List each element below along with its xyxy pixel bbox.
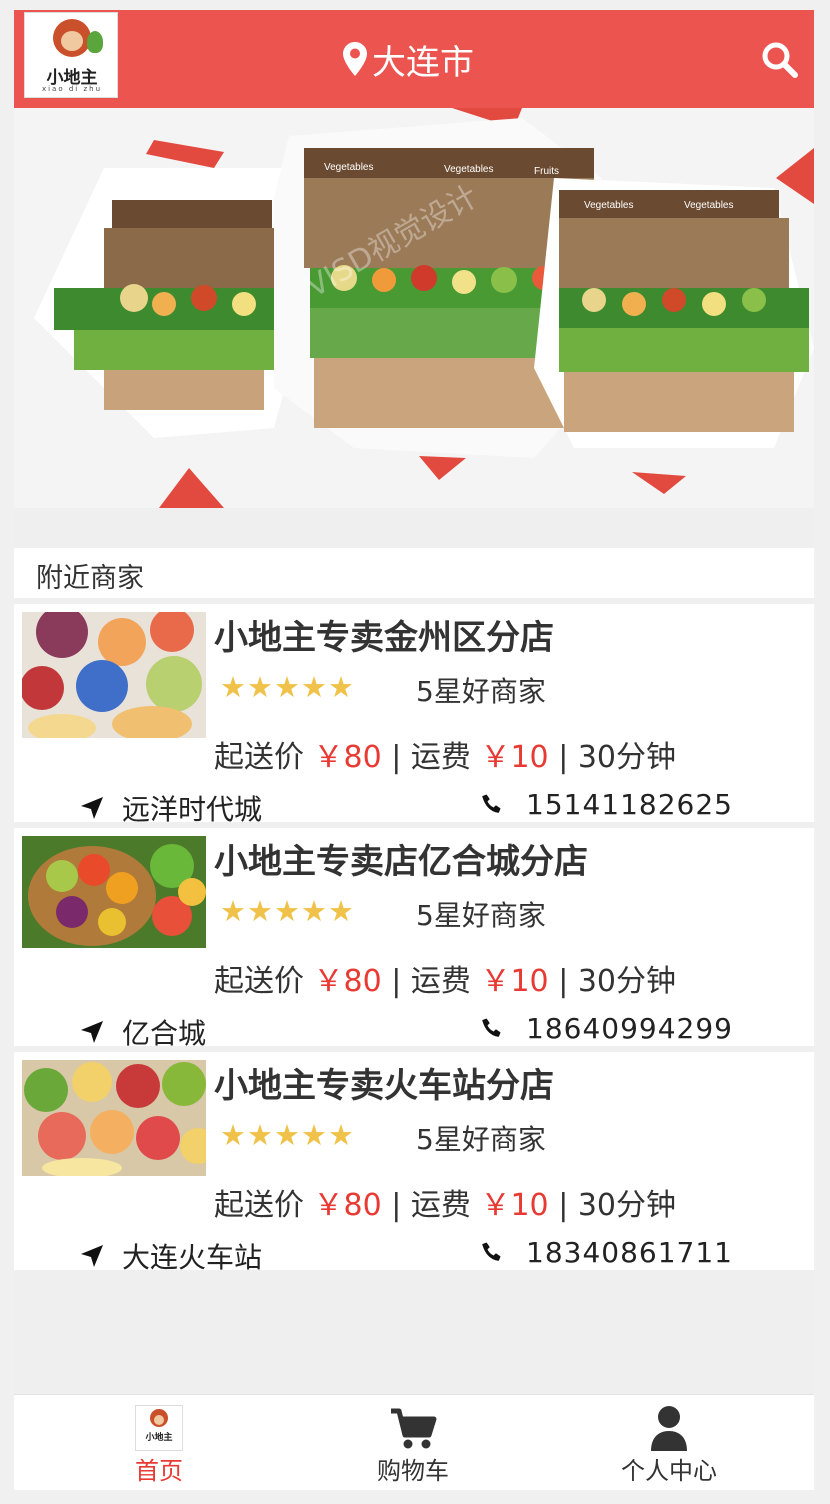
star-rating-icon: ★★★★★ — [220, 670, 355, 704]
store-address: 大连火车站 — [80, 1236, 262, 1276]
separator: | — [381, 740, 411, 775]
phone-icon — [482, 794, 501, 813]
top-header: 小地主 xiao di zhu 大连市 — [14, 10, 814, 108]
delivery-fee: ￥10 — [480, 740, 549, 775]
rating-text: 5星好商家 — [416, 675, 546, 708]
address-text: 大连火车站 — [122, 1241, 263, 1274]
min-order-label: 起送价 — [214, 964, 304, 999]
app-frame: 小地主 xiao di zhu 大连市 Vegetables Vegetable… — [14, 10, 814, 1490]
tab-profile[interactable]: 个人中心 — [536, 1395, 802, 1490]
bottom-tab-bar: 小地主 首页 购物车 个人中心 — [14, 1394, 814, 1490]
delivery-fee-label: 运费 — [410, 740, 471, 775]
section-header: 附近商家 — [14, 548, 814, 598]
phone-number: 18640994299 — [526, 1012, 733, 1045]
search-icon[interactable] — [760, 40, 800, 80]
delivery-info: 起送价 ￥80 | 运费 ￥10 | 30分钟 — [214, 956, 676, 1000]
delivery-fee: ￥10 — [480, 1188, 549, 1223]
navigation-arrow-icon — [81, 1021, 103, 1043]
phone-number: 15141182625 — [526, 788, 733, 821]
min-order-price: ￥80 — [313, 740, 382, 775]
store-phone[interactable]: 18340861711 — [480, 1236, 733, 1269]
store-name[interactable]: 小地主专卖金州区分店 — [214, 610, 554, 659]
logo-icon: 小地主 — [135, 1405, 183, 1451]
shelf-label: Vegetables — [584, 200, 634, 211]
delivery-time: 30分钟 — [577, 1188, 677, 1223]
store-name[interactable]: 小地主专卖火车站分店 — [214, 1058, 554, 1107]
shelf-label: Vegetables — [324, 162, 374, 173]
rating-text: 5星好商家 — [416, 1123, 546, 1156]
separator: | — [381, 964, 411, 999]
city-name: 大连市 — [372, 42, 474, 83]
delivery-time: 30分钟 — [577, 740, 677, 775]
phone-number: 18340861711 — [526, 1236, 733, 1269]
banner-image: Vegetables Vegetables Fruits Vegetables … — [34, 108, 814, 508]
shelf-label: Vegetables — [444, 164, 494, 175]
delivery-info: 起送价 ￥80 | 运费 ￥10 | 30分钟 — [214, 1180, 676, 1224]
store-card[interactable]: 小地主专卖金州区分店 ★★★★★ 5星好商家 起送价 ￥80 | 运费 ￥10 … — [14, 604, 814, 826]
delivery-fee-label: 运费 — [410, 964, 471, 999]
tab-home[interactable]: 小地主 首页 — [26, 1395, 292, 1490]
store-address: 亿合城 — [80, 1012, 206, 1052]
separator: | — [548, 1188, 578, 1223]
store-phone[interactable]: 15141182625 — [480, 788, 733, 821]
star-rating-icon: ★★★★★ — [220, 894, 355, 928]
min-order-price: ￥80 — [313, 964, 382, 999]
delivery-fee-label: 运费 — [410, 1188, 471, 1223]
store-thumbnail — [22, 1060, 206, 1176]
shelf-label: Fruits — [534, 166, 559, 177]
separator: | — [548, 964, 578, 999]
logo-subtext: xiao di zhu — [41, 85, 103, 93]
address-text: 远洋时代城 — [122, 793, 263, 826]
store-address: 远洋时代城 — [80, 788, 262, 828]
separator: | — [381, 1188, 411, 1223]
separator: | — [548, 740, 578, 775]
user-icon — [651, 1406, 687, 1451]
tab-label: 购物车 — [377, 1457, 449, 1485]
delivery-info: 起送价 ￥80 | 运费 ￥10 | 30分钟 — [214, 732, 676, 776]
store-thumbnail — [22, 836, 206, 948]
navigation-arrow-icon — [81, 1245, 103, 1267]
tab-label: 个人中心 — [621, 1457, 717, 1485]
phone-icon — [482, 1242, 501, 1261]
cart-icon — [391, 1408, 437, 1449]
phone-icon — [482, 1018, 501, 1037]
mini-logo-text: 小地主 — [145, 1433, 173, 1443]
delivery-fee: ￥10 — [480, 964, 549, 999]
tab-cart[interactable]: 购物车 — [280, 1395, 546, 1490]
store-card[interactable]: 小地主专卖店亿合城分店 ★★★★★ 5星好商家 起送价 ￥80 | 运费 ￥10… — [14, 828, 814, 1050]
rating-text: 5星好商家 — [416, 899, 546, 932]
leaf-icon — [87, 31, 103, 53]
min-order-label: 起送价 — [214, 740, 304, 775]
navigation-arrow-icon — [81, 797, 103, 819]
address-text: 亿合城 — [122, 1017, 207, 1050]
tab-label: 首页 — [135, 1457, 183, 1485]
star-rating-icon: ★★★★★ — [220, 1118, 355, 1152]
delivery-time: 30分钟 — [577, 964, 677, 999]
store-thumbnail — [22, 612, 206, 738]
min-order-label: 起送价 — [214, 1188, 304, 1223]
store-phone[interactable]: 18640994299 — [480, 1012, 733, 1045]
city-selector[interactable]: 大连市 — [342, 36, 474, 83]
promo-banner[interactable]: Vegetables Vegetables Fruits Vegetables … — [14, 108, 814, 508]
store-name[interactable]: 小地主专卖店亿合城分店 — [214, 834, 588, 883]
shelf-label: Vegetables — [684, 200, 734, 211]
store-card[interactable]: 小地主专卖火车站分店 ★★★★★ 5星好商家 起送价 ￥80 | 运费 ￥10 … — [14, 1052, 814, 1274]
section-title: 附近商家 — [36, 563, 144, 594]
min-order-price: ￥80 — [313, 1188, 382, 1223]
location-pin-icon — [343, 42, 367, 76]
brand-logo[interactable]: 小地主 xiao di zhu — [24, 12, 118, 98]
mascot-icon — [53, 19, 91, 57]
